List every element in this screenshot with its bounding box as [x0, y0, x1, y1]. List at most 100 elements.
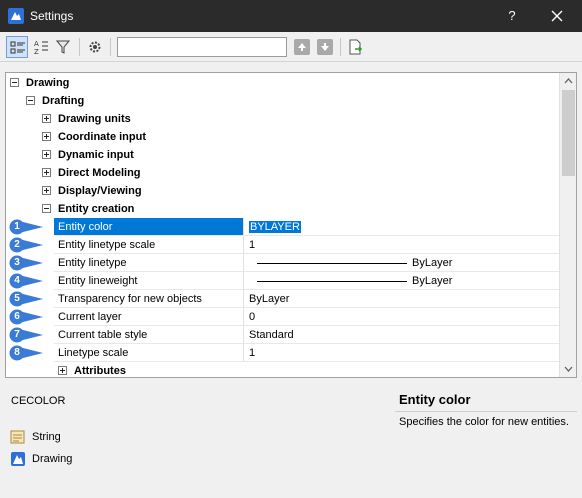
property-value[interactable]: 1	[244, 236, 559, 254]
scrollbar-thumb[interactable]	[562, 90, 575, 176]
expand-icon[interactable]	[42, 186, 51, 195]
property-value[interactable]: ByLayer	[244, 272, 559, 290]
property-value-text[interactable]: BYLAYER	[249, 221, 301, 233]
variable-scope-label: Drawing	[32, 453, 73, 465]
scroll-down-button[interactable]	[560, 360, 576, 377]
callout-badge: 5	[9, 291, 43, 307]
svg-text:A: A	[34, 40, 39, 48]
close-icon	[551, 10, 563, 22]
property-row-entity-linetype-scale[interactable]: 2 Entity linetype scale 1	[6, 236, 559, 254]
callout-badge: 2	[9, 237, 43, 253]
tree-node-label: Coordinate input	[58, 131, 146, 143]
scroll-up-button[interactable]	[560, 73, 576, 90]
gear-icon	[89, 41, 101, 53]
property-row-entity-lineweight[interactable]: 4 Entity lineweight ByLayer	[6, 272, 559, 290]
collapse-icon[interactable]	[10, 78, 19, 87]
tree-node-dynamic-input[interactable]: Dynamic input	[6, 146, 559, 164]
next-match-button[interactable]	[317, 39, 333, 55]
callout-badge: 7	[9, 327, 43, 343]
property-value[interactable]: 0	[244, 308, 559, 326]
title-bar: Settings ?	[0, 0, 582, 32]
description-text: Specifies the color for new entities.	[399, 416, 569, 428]
close-button[interactable]	[542, 5, 572, 27]
collapse-icon[interactable]	[26, 96, 35, 105]
alphabetical-view-button[interactable]: A Z	[30, 36, 52, 58]
settings-tree: Drawing Drafting Drawing units Coordinat…	[5, 72, 577, 378]
property-value[interactable]: ByLayer	[244, 254, 559, 272]
filter-button[interactable]	[53, 36, 75, 58]
tree-node-label: Drafting	[42, 95, 85, 107]
tree-node-drafting[interactable]: Drafting	[6, 92, 559, 110]
property-row-linetype-scale[interactable]: 8 Linetype scale 1	[6, 344, 559, 362]
svg-text:Z: Z	[34, 48, 39, 55]
linetype-preview	[257, 263, 407, 264]
search-input[interactable]	[117, 37, 287, 57]
string-type-icon	[10, 430, 25, 444]
property-row-current-table-style[interactable]: 7 Current table style Standard	[6, 326, 559, 344]
callout-badge: 4	[9, 273, 43, 289]
tree-node-label: Display/Viewing	[58, 185, 142, 197]
arrow-up-icon	[298, 43, 306, 51]
drawing-scope-icon	[11, 452, 25, 466]
toolbar-separator	[340, 38, 341, 56]
tree-node-attributes[interactable]: Attributes	[6, 362, 559, 377]
property-name[interactable]: Entity linetype	[54, 254, 244, 272]
tree-node-coordinate-input[interactable]: Coordinate input	[6, 128, 559, 146]
property-value[interactable]: BYLAYER	[244, 218, 559, 236]
callout-badge: 3	[9, 255, 43, 271]
export-icon	[349, 39, 363, 55]
filter-icon	[56, 40, 71, 54]
expand-icon[interactable]	[42, 150, 51, 159]
expand-icon[interactable]	[58, 366, 67, 375]
property-value[interactable]: 1	[244, 344, 559, 362]
chevron-up-icon	[564, 78, 573, 84]
settings-options-button[interactable]	[84, 36, 106, 58]
variable-type-label: String	[32, 431, 61, 443]
previous-match-button[interactable]	[294, 39, 310, 55]
property-name[interactable]: Linetype scale	[54, 344, 244, 362]
property-name[interactable]: Entity color	[54, 218, 244, 236]
property-row-entity-color[interactable]: 1 Entity color BYLAYER	[6, 218, 559, 236]
app-logo-icon	[8, 8, 24, 24]
toolbar-separator	[79, 38, 80, 56]
categorized-view-button[interactable]	[6, 36, 28, 58]
tree-node-display-viewing[interactable]: Display/Viewing	[6, 182, 559, 200]
expand-icon[interactable]	[42, 132, 51, 141]
chevron-down-icon	[564, 366, 573, 372]
help-button[interactable]: ?	[500, 6, 524, 26]
window-title: Settings	[30, 9, 74, 23]
callout-badge: 8	[9, 345, 43, 361]
tree-node-label: Direct Modeling	[58, 167, 141, 179]
vertical-scrollbar[interactable]	[559, 73, 576, 377]
tree-node-direct-modeling[interactable]: Direct Modeling	[6, 164, 559, 182]
property-value[interactable]: Standard	[244, 326, 559, 344]
export-button[interactable]	[345, 36, 367, 58]
expand-icon[interactable]	[42, 114, 51, 123]
property-value[interactable]: ByLayer	[244, 290, 559, 308]
toolbar-separator	[110, 38, 111, 56]
tree-node-label: Attributes	[74, 365, 126, 377]
property-value-text: ByLayer	[412, 275, 453, 287]
collapse-icon[interactable]	[42, 204, 51, 213]
property-row-current-layer[interactable]: 6 Current layer 0	[6, 308, 559, 326]
property-value-text: ByLayer	[412, 257, 453, 269]
tree-node-drawing-units[interactable]: Drawing units	[6, 110, 559, 128]
categorized-view-icon	[10, 41, 25, 54]
tree-node-label: Drawing	[26, 77, 70, 89]
property-row-entity-linetype[interactable]: 3 Entity linetype ByLayer	[6, 254, 559, 272]
alphabetical-view-icon: A Z	[34, 40, 48, 55]
tree-node-entity-creation[interactable]: Entity creation	[6, 200, 559, 218]
property-name[interactable]: Current layer	[54, 308, 244, 326]
property-name[interactable]: Entity linetype scale	[54, 236, 244, 254]
tree-node-label: Entity creation	[58, 203, 135, 215]
expand-icon[interactable]	[42, 168, 51, 177]
tree-node-label: Dynamic input	[58, 149, 134, 161]
callout-badge: 1	[9, 219, 43, 235]
property-name[interactable]: Entity lineweight	[54, 272, 244, 290]
toolbar: A Z	[0, 32, 582, 62]
tree-node-drawing[interactable]: Drawing	[6, 74, 559, 92]
property-name[interactable]: Current table style	[54, 326, 244, 344]
lineweight-preview	[257, 281, 407, 282]
property-row-transparency[interactable]: 5 Transparency for new objects ByLayer	[6, 290, 559, 308]
property-name[interactable]: Transparency for new objects	[54, 290, 244, 308]
